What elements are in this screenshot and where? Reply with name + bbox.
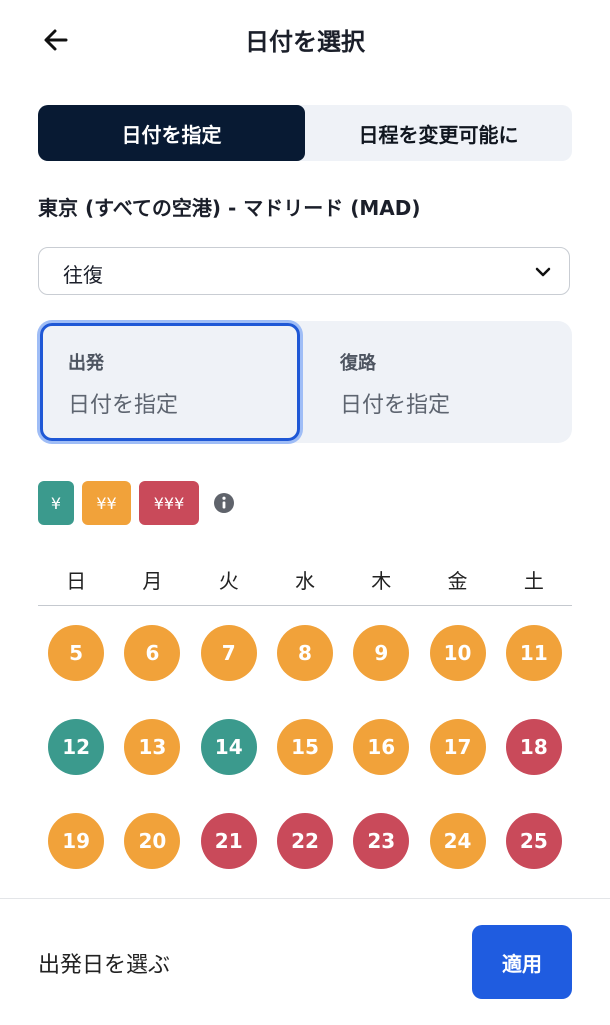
price-chip-mid: ¥¥ xyxy=(82,481,131,525)
footer-bar: 出発日を選ぶ 適用 xyxy=(0,898,610,1025)
calendar-day[interactable]: 22 xyxy=(277,813,333,869)
calendar-day[interactable]: 6 xyxy=(124,625,181,681)
weekday-wed: 水 xyxy=(294,569,315,593)
calendar-day[interactable]: 15 xyxy=(277,719,333,775)
calendar-day[interactable]: 18 xyxy=(505,719,562,775)
calendar-day[interactable]: 23 xyxy=(353,813,410,869)
tab-fixed-dates[interactable]: 日付を指定 xyxy=(38,105,305,161)
calendar-day[interactable]: 10 xyxy=(429,625,486,681)
calendar-day[interactable]: 17 xyxy=(429,719,486,775)
page-title: 日付を選択 xyxy=(245,28,365,56)
calendar-day[interactable]: 13 xyxy=(124,719,181,775)
trip-type-value: 往復 xyxy=(63,263,103,287)
header: 日付を選択 xyxy=(0,0,610,80)
return-date-field[interactable]: 復路 日付を指定 xyxy=(310,321,572,443)
weekday-tue: 火 xyxy=(218,569,239,593)
calendar-day[interactable]: 19 xyxy=(48,813,105,869)
weekday-sat: 土 xyxy=(523,569,544,593)
calendar-day[interactable]: 9 xyxy=(353,625,410,681)
calendar-day[interactable]: 25 xyxy=(505,813,562,869)
return-value: 日付を指定 xyxy=(340,393,451,418)
calendar-day[interactable]: 21 xyxy=(200,813,257,869)
departure-focus-ring xyxy=(40,323,300,441)
weekday-fri: 金 xyxy=(447,569,468,593)
calendar-day[interactable]: 7 xyxy=(200,625,257,681)
price-chip-low: ¥ xyxy=(38,481,74,525)
calendar-day[interactable]: 20 xyxy=(124,813,181,869)
weekday-sun: 日 xyxy=(66,569,87,593)
calendar-day[interactable]: 5 xyxy=(48,625,105,681)
price-chip-high: ¥¥¥ xyxy=(139,481,199,525)
departure-date-field[interactable]: 出発 日付を指定 xyxy=(38,321,300,443)
weekday-mon: 月 xyxy=(142,569,163,593)
trip-type-select[interactable]: 往復 xyxy=(38,247,570,295)
calendar-day[interactable]: 14 xyxy=(200,719,257,775)
calendar-day[interactable]: 11 xyxy=(505,625,562,681)
weekday-thu: 木 xyxy=(371,569,392,593)
calendar-day[interactable]: 24 xyxy=(429,813,486,869)
calendar-day[interactable]: 16 xyxy=(353,719,410,775)
price-legend: ¥ ¥¥ ¥¥¥ xyxy=(38,481,235,525)
date-mode-toggle: 日付を指定 日程を変更可能に xyxy=(38,105,572,161)
footer-prompt: 出発日を選ぶ xyxy=(38,953,171,978)
tab-flexible-dates[interactable]: 日程を変更可能に xyxy=(305,105,572,161)
apply-button[interactable]: 適用 xyxy=(472,925,572,999)
departure-value: 日付を指定 xyxy=(68,393,179,418)
route-label: 東京 (すべての空港) - マドリード (MAD) xyxy=(38,196,421,220)
calendar-day[interactable]: 12 xyxy=(48,719,105,775)
return-label: 復路 xyxy=(340,353,376,374)
chevron-down-icon xyxy=(535,267,551,277)
weekday-header: 日 月 火 水 木 金 土 xyxy=(38,565,572,594)
info-icon[interactable] xyxy=(213,492,235,514)
weekday-divider xyxy=(38,605,572,606)
calendar-day[interactable]: 8 xyxy=(277,625,333,681)
departure-label: 出発 xyxy=(68,353,104,374)
date-inputs: 出発 日付を指定 復路 日付を指定 xyxy=(38,321,572,443)
